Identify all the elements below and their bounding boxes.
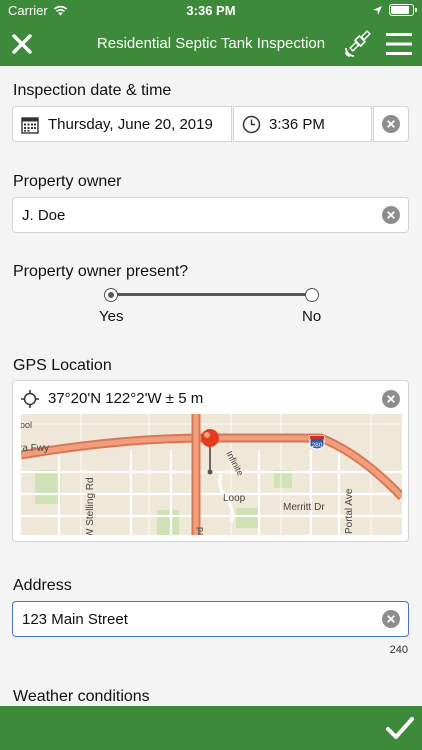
gps-satellite-icon[interactable]	[342, 28, 374, 60]
interstate-shield-label: 280	[312, 442, 323, 449]
option-no-label[interactable]: No	[302, 308, 321, 325]
property-owner-label: Property owner	[13, 173, 122, 190]
street-label: W Stelling Rd	[85, 477, 96, 535]
property-owner-value: J. Doe	[22, 207, 66, 224]
inspection-datetime-label: Inspection date & time	[13, 82, 172, 99]
street-label: rd	[195, 527, 205, 535]
date-picker[interactable]: Thursday, June 20, 2019	[12, 106, 232, 142]
address-char-counter: 240	[389, 644, 408, 656]
weather-conditions-label: Weather conditions	[13, 688, 150, 705]
time-value: 3:36 PM	[269, 116, 325, 133]
time-picker[interactable]: 3:36 PM	[233, 106, 372, 142]
gps-location-card: 37°20'N 122°2'W ± 5 m 280 ra Fwy ool W S…	[12, 380, 409, 542]
clock-icon	[242, 115, 261, 134]
clear-icon[interactable]	[382, 390, 400, 408]
status-bar: Carrier 3:36 PM	[0, 0, 422, 22]
bottom-bar	[0, 706, 422, 750]
clear-icon[interactable]	[382, 610, 400, 628]
crosshair-icon[interactable]	[21, 390, 39, 408]
address-value: 123 Main Street	[22, 611, 128, 628]
option-yes-label[interactable]: Yes	[99, 308, 123, 325]
calendar-icon	[21, 117, 39, 134]
street-label: Portal Ave	[344, 488, 355, 534]
datetime-field: Thursday, June 20, 2019 3:36 PM	[12, 106, 409, 142]
street-label: ra Fwy	[21, 443, 49, 454]
battery-icon	[389, 4, 417, 16]
map-canvas: 280 ra Fwy hool W Stelling Rd Merritt Dr…	[21, 414, 402, 535]
street-label: Merritt Dr	[283, 502, 325, 513]
close-icon[interactable]	[8, 30, 36, 58]
clear-icon[interactable]	[382, 206, 400, 224]
option-no-radio[interactable]	[305, 288, 319, 302]
address-field[interactable]: 123 Main Street	[12, 601, 409, 637]
battery-level	[391, 6, 409, 14]
submit-checkmark-icon[interactable]	[384, 712, 416, 744]
owner-present-track[interactable]	[111, 293, 313, 296]
clear-datetime-button[interactable]	[373, 106, 409, 142]
status-time: 3:36 PM	[186, 3, 236, 18]
option-yes-radio[interactable]	[104, 288, 118, 302]
nav-bar: Residential Septic Tank Inspection	[0, 22, 422, 66]
form-title: Residential Septic Tank Inspection	[96, 35, 326, 52]
address-label: Address	[13, 577, 72, 594]
clear-icon	[382, 115, 400, 133]
owner-present-label: Property owner present?	[13, 263, 189, 280]
gps-coordinates: 37°20'N 122°2'W ± 5 m	[48, 390, 204, 407]
street-label: Loop	[223, 493, 246, 504]
location-arrow-icon	[373, 5, 382, 15]
date-value: Thursday, June 20, 2019	[48, 116, 213, 133]
gps-location-label: GPS Location	[13, 357, 112, 374]
location-map[interactable]: 280 ra Fwy hool W Stelling Rd Merritt Dr…	[21, 414, 402, 535]
property-owner-field[interactable]: J. Doe	[12, 197, 409, 233]
menu-icon[interactable]	[384, 30, 414, 58]
poi-label: hool	[21, 420, 32, 430]
